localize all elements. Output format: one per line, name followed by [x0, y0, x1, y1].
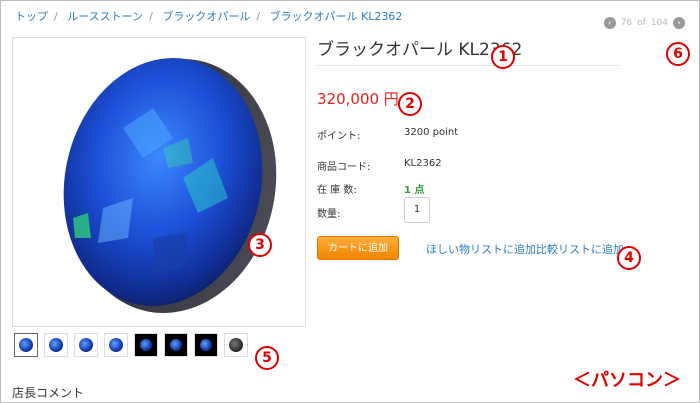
breadcrumb-black-opal[interactable]: ブラックオパール — [162, 10, 250, 23]
code-label: 商品コード: — [317, 162, 371, 173]
add-to-compare-link[interactable]: 比較リストに追加 — [536, 241, 624, 257]
product-pager: ‹ 76 of 104 › — [603, 17, 685, 29]
add-to-wishlist-link[interactable]: ほしい物リストに追加 — [426, 241, 536, 257]
annotation-badge-6: 6 — [666, 42, 690, 66]
annotation-badge-2: 2 — [398, 92, 422, 116]
thumbnail-3[interactable] — [74, 333, 98, 357]
points-value: 3200 point — [404, 127, 459, 138]
thumbnail-2[interactable] — [44, 333, 68, 357]
thumbnail-8[interactable] — [224, 333, 248, 357]
thumbnail-7[interactable] — [194, 333, 218, 357]
thumbnail-strip — [14, 333, 248, 357]
stock-label: 在 庫 数: — [317, 185, 357, 196]
pc-version-label: ＜パソコン＞ — [573, 370, 681, 391]
points-label: ポイント: — [317, 131, 361, 142]
thumbnail-4[interactable] — [104, 333, 128, 357]
shop-comment-heading: 店長コメント — [12, 386, 85, 400]
annotation-badge-5: 5 — [255, 346, 279, 370]
chevron-right-icon[interactable]: › — [673, 17, 685, 29]
stock-value: 1 点 — [404, 185, 425, 196]
chevron-left-icon[interactable]: ‹ — [603, 17, 616, 29]
product-page: トップ / ルースストーン / ブラックオパール / ブラックオパール KL2362 … — [0, 0, 700, 403]
annotation-badge-3: 3 — [248, 233, 272, 257]
quantity-input[interactable]: 1 — [404, 197, 430, 223]
thumbnail-6[interactable] — [164, 333, 188, 357]
add-to-cart-button[interactable]: カートに追加 — [317, 236, 399, 260]
product-price: 320,000 円 — [317, 90, 399, 108]
main-product-image[interactable] — [12, 37, 306, 327]
breadcrumb-top[interactable]: トップ — [15, 10, 48, 23]
pager-current: 76 — [620, 18, 633, 28]
pager-total: 104 — [650, 18, 668, 28]
breadcrumb: トップ / ルースストーン / ブラックオパール / ブラックオパール KL2362 — [15, 10, 403, 23]
title-divider — [317, 65, 619, 66]
annotation-badge-4: 4 — [617, 246, 641, 270]
pager-of: of — [637, 18, 646, 28]
thumbnail-5[interactable] — [134, 333, 158, 357]
qty-label: 数量: — [317, 209, 341, 220]
breadcrumb-loose-stone[interactable]: ルースストーン — [67, 10, 143, 23]
code-value: KL2362 — [404, 158, 442, 169]
breadcrumb-current[interactable]: ブラックオパール KL2362 — [270, 10, 403, 23]
thumbnail-1[interactable] — [14, 333, 38, 357]
annotation-badge-1: 1 — [491, 45, 515, 69]
